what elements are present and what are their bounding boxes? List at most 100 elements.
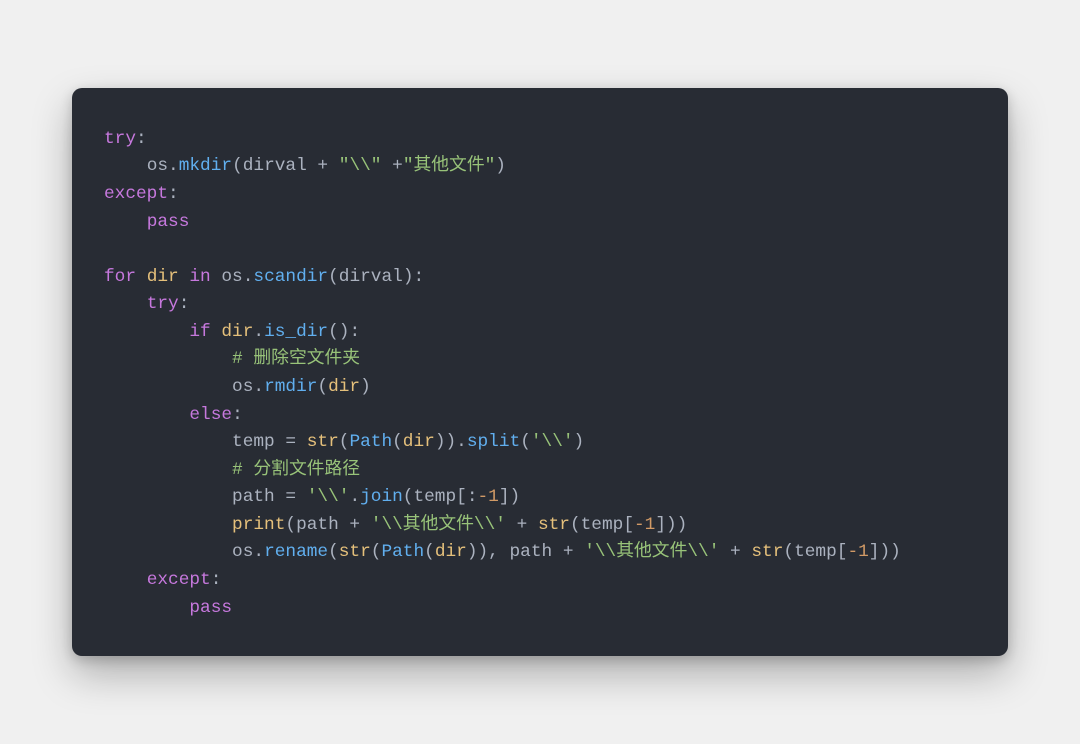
- code-token: ():: [328, 322, 360, 342]
- code-token: (: [520, 432, 531, 452]
- code-token: try: [104, 129, 136, 149]
- code-token: dir: [328, 377, 360, 397]
- code-line: path = '\\'.join(temp[:-1]): [104, 487, 520, 507]
- code-token: os: [232, 542, 253, 562]
- code-card: try: os.mkdir(dirval + "\\" +"其他文件") exc…: [72, 88, 1008, 656]
- code-token: split: [467, 432, 520, 452]
- code-token: [211, 267, 222, 287]
- code-token: pass: [147, 212, 190, 232]
- code-token: str: [751, 542, 783, 562]
- code-token: (: [783, 542, 794, 562]
- code-block: try: os.mkdir(dirval + "\\" +"其他文件") exc…: [104, 126, 976, 622]
- code-token: pass: [189, 598, 232, 618]
- code-token: "其他文件": [403, 156, 495, 176]
- code-line: os.rename(str(Path(dir)), path + '\\其他文件…: [104, 542, 901, 562]
- code-token: [:: [456, 487, 477, 507]
- code-token: ): [360, 377, 371, 397]
- code-token: temp: [794, 542, 837, 562]
- code-token: temp: [232, 432, 275, 452]
- code-token: [179, 267, 190, 287]
- code-token: :: [179, 294, 190, 314]
- code-token: (: [317, 377, 328, 397]
- code-line: if dir.is_dir():: [104, 322, 360, 342]
- code-token: '\\': [531, 432, 574, 452]
- code-line: for dir in os.scandir(dirval):: [104, 267, 424, 287]
- code-token: in: [189, 267, 210, 287]
- code-token: (: [424, 542, 435, 562]
- code-token: path: [510, 542, 553, 562]
- code-token: (: [392, 432, 403, 452]
- code-line: os.rmdir(dir): [104, 377, 371, 397]
- code-token: temp: [581, 515, 624, 535]
- code-line: try:: [104, 294, 189, 314]
- code-token: os: [147, 156, 168, 176]
- code-line: pass: [104, 598, 232, 618]
- code-line: os.mkdir(dirval + "\\" +"其他文件"): [104, 156, 506, 176]
- code-token: print: [232, 515, 285, 535]
- code-token: dir: [221, 322, 253, 342]
- code-token: temp: [413, 487, 456, 507]
- code-line: pass: [104, 212, 189, 232]
- code-token: :: [168, 184, 179, 204]
- code-token: else: [189, 405, 232, 425]
- code-token: str: [538, 515, 570, 535]
- code-token: .: [349, 487, 360, 507]
- code-token: '\\其他文件\\': [584, 542, 719, 562]
- code-token: Path: [381, 542, 424, 562]
- code-line: # 删除空文件夹: [104, 349, 360, 369]
- code-token: ])): [655, 515, 687, 535]
- code-token: Path: [349, 432, 392, 452]
- code-token: [136, 267, 147, 287]
- code-token: =: [275, 432, 307, 452]
- code-token: :: [136, 129, 147, 149]
- code-token: # 分割文件路径: [232, 460, 360, 480]
- code-line: try:: [104, 129, 147, 149]
- code-token: rmdir: [264, 377, 317, 397]
- code-token: .: [168, 156, 179, 176]
- code-token: :: [232, 405, 243, 425]
- code-token: "\\": [339, 156, 382, 176]
- code-token: '\\其他文件\\': [371, 515, 506, 535]
- code-token: except: [147, 570, 211, 590]
- code-token: scandir: [253, 267, 328, 287]
- code-token: .: [253, 542, 264, 562]
- code-token: join: [360, 487, 403, 507]
- code-token: ): [495, 156, 506, 176]
- code-token: for: [104, 267, 136, 287]
- code-token: (: [328, 267, 339, 287]
- code-token: try: [147, 294, 179, 314]
- code-token: dirval: [243, 156, 307, 176]
- code-token: rename: [264, 542, 328, 562]
- code-line: except:: [104, 184, 179, 204]
- code-line: print(path + '\\其他文件\\' + str(temp[-1])): [104, 515, 687, 535]
- code-token: (: [570, 515, 581, 535]
- code-token: dirval: [339, 267, 403, 287]
- code-token: os: [221, 267, 242, 287]
- code-token: +: [719, 542, 751, 562]
- code-line: else:: [104, 405, 243, 425]
- code-token: (: [328, 542, 339, 562]
- code-token: =: [275, 487, 307, 507]
- code-token: :: [211, 570, 222, 590]
- code-token: mkdir: [179, 156, 232, 176]
- code-token: path: [296, 515, 339, 535]
- code-token: (: [232, 156, 243, 176]
- code-token: .: [253, 322, 264, 342]
- code-token: +: [339, 515, 371, 535]
- code-token: if: [189, 322, 210, 342]
- code-token: .: [243, 267, 254, 287]
- code-token: [211, 322, 222, 342]
- code-token: (: [285, 515, 296, 535]
- code-token: +: [506, 515, 538, 535]
- code-token: # 删除空文件夹: [232, 349, 360, 369]
- code-token: dir: [403, 432, 435, 452]
- code-token: +: [552, 542, 584, 562]
- code-token: (: [403, 487, 414, 507]
- code-token: [: [623, 515, 634, 535]
- code-token: str: [307, 432, 339, 452]
- code-token: is_dir: [264, 322, 328, 342]
- code-token: )).: [435, 432, 467, 452]
- code-token: str: [339, 542, 371, 562]
- code-token: '\\': [307, 487, 350, 507]
- code-token: os: [232, 377, 253, 397]
